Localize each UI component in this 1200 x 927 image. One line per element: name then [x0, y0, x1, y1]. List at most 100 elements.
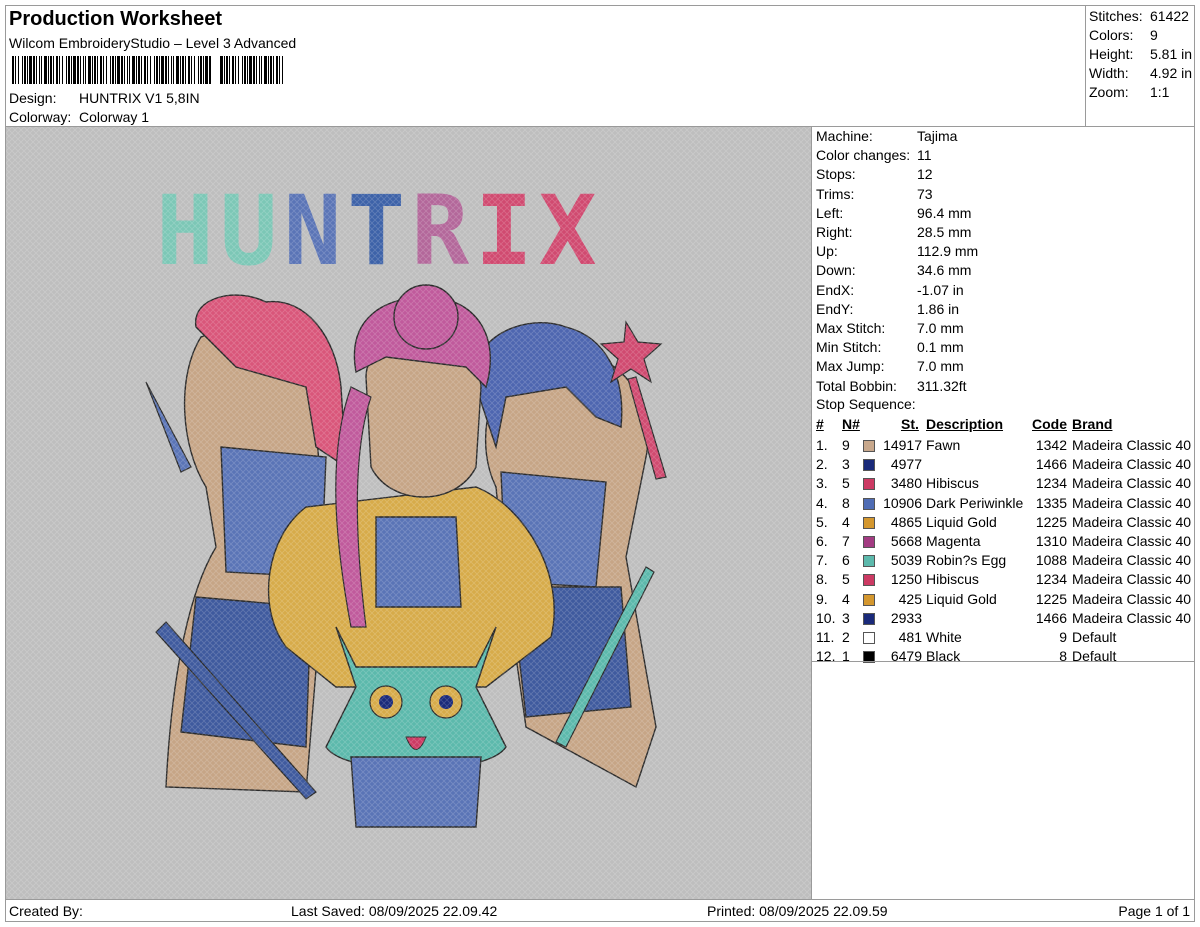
thread-code: 9	[1059, 629, 1067, 645]
row-number: 6.	[816, 533, 828, 549]
thread-color-swatch	[863, 593, 875, 606]
design-preview: HUNTRIX	[5, 126, 812, 900]
stitch-count: 481	[898, 629, 922, 645]
needle-number: 5	[842, 571, 850, 588]
stitch-count: 3480	[890, 475, 922, 492]
needle-number: 4	[842, 513, 850, 530]
stitch-count: 2933	[890, 609, 922, 626]
row-number: 1.	[816, 437, 828, 453]
info-label: Max Jump:	[816, 358, 885, 375]
table-row: 11. 2 481 White 9 Default	[812, 629, 1194, 648]
table-row: 3. 5 3480 Hibiscus 1234 Madeira Classic 40	[812, 475, 1194, 494]
row-number: 7.	[816, 552, 828, 569]
summary-label: Colors:	[1089, 27, 1134, 43]
thread-brand: Madeira Classic 40	[1072, 533, 1192, 549]
info-label: Max Stitch:	[816, 320, 886, 336]
table-row: 2. 3 4977 1466 Madeira Classic 40	[812, 456, 1194, 475]
thread-code: 1088	[1035, 552, 1067, 569]
design-summary: Stitches: 61422 Colors: 9 Height: 5.81 in W…	[1085, 5, 1195, 127]
thread-color-swatch	[863, 632, 875, 644]
thread-brand: Madeira Classic 40	[1072, 437, 1192, 453]
table-row: 12. 1 6479 Black 8 Default	[812, 648, 1194, 667]
info-value: 34.6 mm	[917, 262, 972, 279]
last-saved: Last Saved: 08/09/2025 22.09.42	[291, 903, 498, 919]
table-row: 10. 3 2933 1466 Madeira Classic 40	[812, 610, 1194, 629]
info-label: Color changes:	[816, 147, 911, 164]
thread-color-swatch	[863, 536, 875, 548]
barcode	[12, 56, 283, 84]
needle-number: 8	[842, 494, 850, 511]
stitch-count: 4865	[890, 513, 922, 530]
color-description: Magenta	[926, 533, 981, 549]
colorway-value: Colorway 1	[79, 109, 150, 125]
needle-number: 9	[842, 437, 850, 453]
info-value: 28.5 mm	[917, 224, 972, 240]
thread-code: 1234	[1035, 571, 1067, 588]
row-number: 9.	[816, 590, 828, 607]
needle-number: 3	[842, 456, 850, 473]
info-label: EndY:	[816, 300, 854, 317]
printed-date: Printed: 08/09/2025 22.09.59	[707, 903, 888, 919]
info-value: 0.1 mm	[917, 339, 964, 356]
stitch-count: 14917	[883, 437, 922, 453]
thread-color-swatch	[863, 497, 875, 510]
color-description: Liquid Gold	[926, 590, 997, 607]
color-description: Robin?s Egg	[926, 552, 1007, 569]
table-row: 9. 4 425 Liquid Gold 1225 Madeira Classic 40	[812, 591, 1194, 610]
info-label: Trims:	[816, 185, 855, 202]
info-value: 112.9 mm	[917, 243, 979, 260]
thread-code: 1342	[1035, 437, 1067, 453]
thread-color-swatch	[863, 555, 875, 568]
thread-brand: Default	[1072, 629, 1117, 645]
stitch-count: 5039	[890, 552, 922, 569]
stitch-count: 10906	[883, 494, 922, 511]
thread-color-swatch	[863, 478, 875, 491]
row-number: 8.	[816, 571, 828, 588]
table-row: 4. 8 10906 Dark Periwinkle 1335 Madeira Class…	[812, 495, 1194, 514]
info-label: Min Stitch:	[816, 339, 882, 356]
table-row: 7. 6 5039 Robin?s Egg 1088 Madeira Classic 40	[812, 552, 1194, 571]
summary-label: Stitches:	[1089, 8, 1143, 24]
stitch-texture	[6, 127, 811, 899]
thread-code: 1310	[1035, 533, 1067, 549]
row-number: 4.	[816, 494, 828, 511]
needle-number: 5	[842, 475, 850, 492]
info-label: Down:	[816, 262, 856, 279]
summary-value: 4.92 in	[1150, 65, 1193, 81]
design-label: Design:	[9, 90, 57, 106]
thread-brand: Madeira Classic 40	[1072, 494, 1192, 511]
stitch-count: 4977	[890, 456, 922, 473]
info-value: 11	[917, 147, 932, 164]
table-divider	[812, 661, 1194, 662]
info-value: 12	[917, 166, 933, 183]
software-name: Wilcom EmbroideryStudio – Level 3 Advanc…	[9, 35, 297, 51]
row-number: 5.	[816, 513, 828, 530]
info-value: 73	[917, 185, 933, 202]
stop-sequence-title: Stop Sequence:	[816, 396, 916, 412]
summary-value: 61422	[1150, 8, 1189, 24]
thread-brand: Madeira Classic 40	[1072, 513, 1192, 530]
info-label: Right:	[816, 224, 853, 240]
summary-value: 1:1	[1150, 84, 1170, 100]
info-label: Left:	[816, 204, 844, 221]
info-value: 96.4 mm	[917, 204, 972, 221]
colorway-field: Colorway: Colorway 1	[9, 109, 149, 125]
design-value: HUNTRIX V1 5,8IN	[79, 90, 200, 106]
thread-brand: Madeira Classic 40	[1072, 571, 1192, 588]
needle-number: 3	[842, 609, 850, 626]
thread-code: 1335	[1035, 494, 1067, 511]
thread-color-swatch	[863, 440, 875, 452]
table-row: 6. 7 5668 Magenta 1310 Madeira Classic 40	[812, 533, 1194, 552]
info-label: Total Bobbin:	[816, 377, 897, 394]
summary-label: Height:	[1089, 46, 1134, 62]
table-row: 8. 5 1250 Hibiscus 1234 Madeira Classic 40	[812, 571, 1194, 590]
info-value: Tajima	[917, 128, 958, 144]
needle-number: 6	[842, 552, 850, 569]
embroidery-artwork: HUNTRIX	[6, 127, 811, 899]
design-field: Design: HUNTRIX V1 5,8IN	[9, 90, 200, 106]
row-number: 11.	[816, 629, 835, 645]
row-number: 10.	[816, 609, 836, 626]
col-header-description: Description	[926, 416, 1004, 432]
summary-value: 5.81 in	[1150, 46, 1193, 62]
col-header-stitches: St.	[901, 416, 919, 432]
